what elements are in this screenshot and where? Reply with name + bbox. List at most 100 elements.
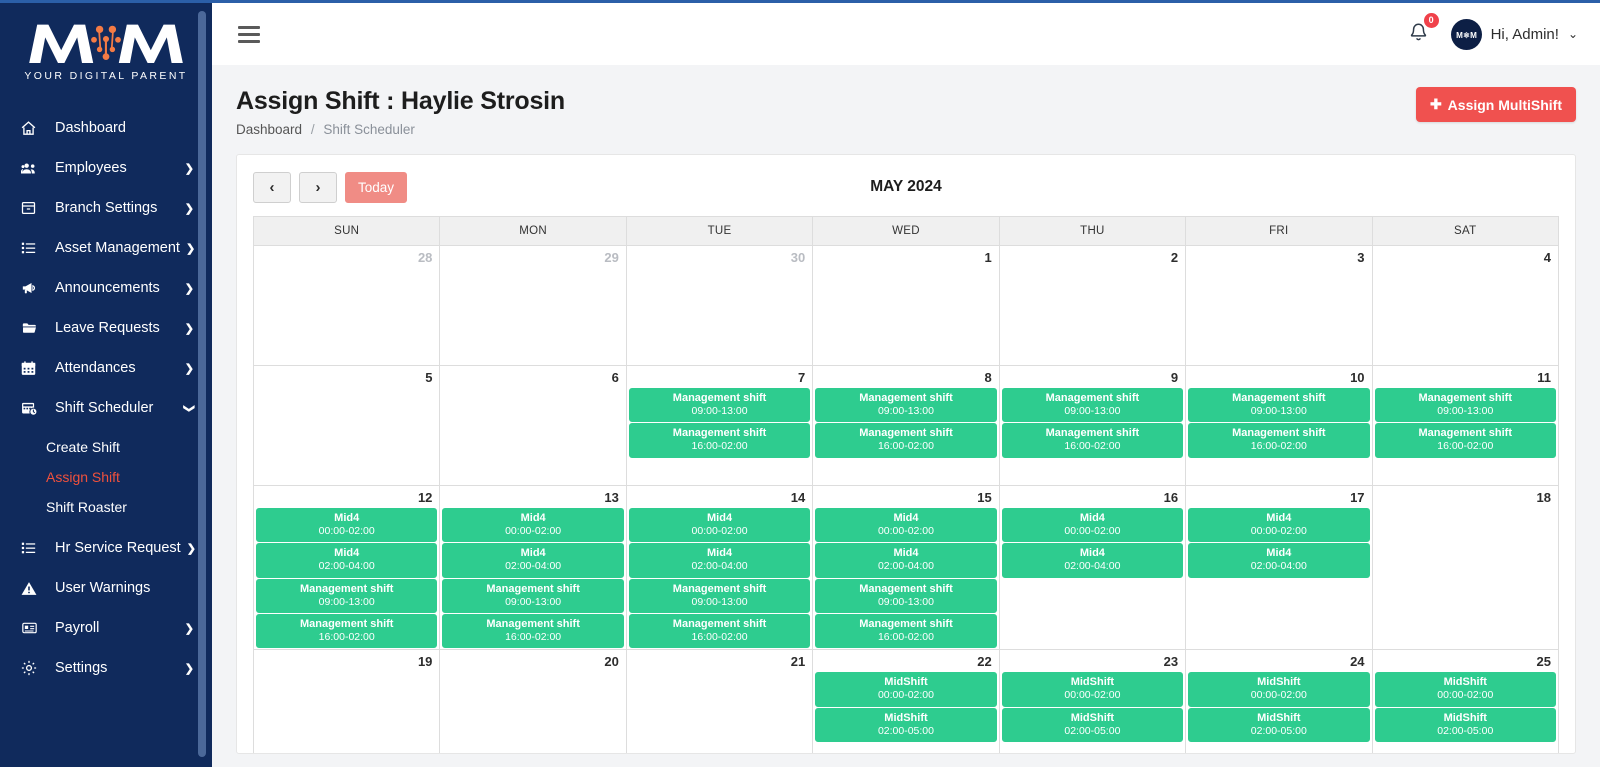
sidebar-item-settings[interactable]: Settings ❯: [0, 648, 212, 688]
shift-event[interactable]: MidShift 00:00-02:00: [1188, 672, 1370, 707]
page-header: Assign Shift : Haylie Strosin Dashboard …: [236, 87, 1576, 137]
calendar-day-cell[interactable]: 2: [998, 245, 1187, 366]
sidebar-item-shift-scheduler[interactable]: Shift Scheduler ❯: [0, 388, 212, 428]
calendar-day-cell[interactable]: 13 Mid4 00:00-02:00 Mid4 02:00-04:00 Manageme…: [439, 484, 627, 651]
sidebar-item-employees[interactable]: Employees ❯: [0, 148, 212, 188]
calendar-day-cell[interactable]: 7 Management shift 09:00-13:00 Management s…: [625, 365, 814, 486]
shift-event[interactable]: Mid4 00:00-02:00: [442, 508, 624, 543]
sidebar-item-user-warnings[interactable]: User Warnings: [0, 568, 212, 608]
chevron-right-icon: ❯: [184, 362, 194, 375]
sidebar-item-branch-settings[interactable]: Branch Settings ❯: [0, 188, 212, 228]
calendar-day-number: 12: [417, 490, 433, 505]
calendar-day-number: 24: [1350, 654, 1365, 670]
calendar-day-cell[interactable]: 5: [252, 365, 441, 486]
shift-event[interactable]: Mid4 02:00-04:00: [628, 543, 811, 578]
sidebar-item-attendances[interactable]: Attendances ❯: [0, 348, 212, 388]
sidebar-subitem-shift-roaster[interactable]: Shift Roaster: [0, 492, 212, 522]
calendar-day-cell[interactable]: 1: [812, 245, 1000, 366]
calendar-day-number: 1: [984, 250, 992, 265]
shift-event[interactable]: Management shift 09:00-13:00: [815, 578, 997, 614]
shift-event[interactable]: Mid4 02:00-04:00: [815, 543, 997, 578]
shift-event[interactable]: MidShift 02:00-05:00: [1188, 707, 1370, 743]
calendar-day-cell[interactable]: 29: [439, 245, 627, 366]
brand-logo[interactable]: YOUR DIGITAL PARENT: [0, 3, 212, 92]
shift-event[interactable]: MidShift 02:00-05:00: [1374, 707, 1556, 743]
shift-event[interactable]: Management shift 16:00-02:00: [256, 614, 438, 649]
shift-event[interactable]: MidShift 02:00-05:00: [815, 707, 997, 743]
calendar-day-cell[interactable]: 14 Mid4 00:00-02:00 Mid4 02:00-04:00 Manageme…: [625, 484, 814, 651]
shift-event[interactable]: Management shift 09:00-13:00: [1001, 388, 1184, 423]
notifications-button[interactable]: 0: [1406, 12, 1439, 50]
hamburger-icon[interactable]: [234, 20, 264, 49]
shift-event[interactable]: Management shift 16:00-02:00: [1374, 423, 1556, 458]
sidebar-item-asset-management[interactable]: Asset Management ❯: [0, 228, 212, 268]
shift-event[interactable]: MidShift 00:00-02:00: [1001, 672, 1184, 707]
sidebar-item-dashboard[interactable]: Dashboard: [0, 108, 212, 148]
sidebar-item-hr-service-request[interactable]: Hr Service Request ❯: [0, 528, 212, 568]
calendar-day-cell[interactable]: 25 MidShift 00:00-02:00 MidShift 02:00-05:00: [1371, 649, 1560, 753]
shift-event[interactable]: Mid4 00:00-02:00: [628, 508, 811, 543]
calendar-day-cell[interactable]: 6: [439, 365, 627, 486]
sidebar-item-announcements[interactable]: Announcements ❯: [0, 268, 212, 308]
user-menu[interactable]: M⚛M Hi, Admin! ⌄: [1450, 18, 1578, 50]
shift-event-title: Mid4: [1079, 547, 1105, 560]
weekday-header: SAT: [1371, 216, 1560, 246]
shift-event[interactable]: Mid4 00:00-02:00: [815, 508, 997, 543]
shift-event[interactable]: Management shift 09:00-13:00: [1188, 388, 1370, 423]
calendar-day-cell[interactable]: 10 Management shift 09:00-13:00 Management …: [1185, 365, 1373, 486]
page-title: Assign Shift : Haylie Strosin: [236, 87, 565, 115]
calendar-day-cell[interactable]: 20: [439, 649, 627, 753]
calendar-day-cell[interactable]: 24 MidShift 00:00-02:00 MidShift 02:00-05:00: [1185, 649, 1373, 753]
calendar-day-cell[interactable]: 12 Mid4 00:00-02:00 Mid4 02:00-04:00 Manageme…: [252, 484, 441, 651]
sidebar-subitem-create-shift[interactable]: Create Shift: [0, 432, 212, 462]
shift-event[interactable]: MidShift 00:00-02:00: [815, 672, 997, 707]
shift-event[interactable]: Management shift 09:00-13:00: [256, 578, 438, 614]
shift-event[interactable]: Mid4 00:00-02:00: [256, 508, 438, 543]
calendar-day-cell[interactable]: 28: [252, 245, 441, 366]
calendar-day-cell[interactable]: 8 Management shift 09:00-13:00 Management s…: [812, 365, 1000, 486]
shift-event[interactable]: Management shift 16:00-02:00: [442, 614, 624, 649]
calendar-day-cell[interactable]: 30: [625, 245, 814, 366]
calendar-prev-button[interactable]: ‹: [253, 171, 291, 203]
assign-multishift-button[interactable]: ✚ Assign MultiShift: [1415, 87, 1576, 122]
shift-event[interactable]: Management shift 16:00-02:00: [628, 423, 811, 458]
shift-event[interactable]: Management shift 09:00-13:00: [442, 578, 624, 614]
calendar-day-cell[interactable]: 11 Management shift 09:00-13:00 Management …: [1371, 365, 1560, 486]
shift-event[interactable]: Management shift 16:00-02:00: [815, 423, 997, 458]
shift-event[interactable]: Management shift 09:00-13:00: [628, 388, 811, 423]
shift-event[interactable]: Management shift 16:00-02:00: [815, 614, 997, 649]
shift-event[interactable]: Management shift 16:00-02:00: [1001, 423, 1184, 458]
calendar-day-cell[interactable]: 15 Mid4 00:00-02:00 Mid4 02:00-04:00 Manageme…: [812, 484, 1000, 651]
shift-event[interactable]: MidShift 00:00-02:00: [1374, 672, 1556, 707]
shift-event[interactable]: Mid4 02:00-04:00: [442, 543, 624, 578]
calendar-next-button[interactable]: ›: [299, 171, 337, 203]
calendar-day-cell[interactable]: 3: [1185, 245, 1373, 366]
calendar-day-cell[interactable]: 16 Mid4 00:00-02:00 Mid4 02:00-04:00: [998, 484, 1187, 651]
shift-event[interactable]: MidShift 02:00-05:00: [1001, 707, 1184, 743]
calendar-day-cell[interactable]: 18: [1371, 484, 1560, 651]
shift-event[interactable]: Mid4 02:00-04:00: [1188, 543, 1370, 578]
shift-event[interactable]: Mid4 00:00-02:00: [1188, 508, 1370, 543]
calendar-today-button[interactable]: Today: [345, 171, 408, 203]
sidebar-item-leave-requests[interactable]: Leave Requests ❯: [0, 308, 212, 348]
shift-event[interactable]: Mid4 00:00-02:00: [1001, 508, 1184, 543]
calendar-day-cell[interactable]: 19: [252, 649, 441, 753]
shift-event[interactable]: Mid4 02:00-04:00: [256, 543, 438, 578]
calendar-day-cell[interactable]: 22 MidShift 00:00-02:00 MidShift 02:00-05:00: [812, 649, 1000, 753]
sidebar-scrollbar[interactable]: [198, 11, 206, 757]
breadcrumb-dashboard[interactable]: Dashboard: [236, 122, 302, 137]
sidebar-subitem-assign-shift[interactable]: Assign Shift: [0, 462, 212, 492]
gear-icon: [20, 659, 44, 677]
sidebar-item-payroll[interactable]: Payroll ❯: [0, 608, 212, 648]
calendar-day-cell[interactable]: 17 Mid4 00:00-02:00 Mid4 02:00-04:00: [1185, 484, 1373, 651]
shift-event[interactable]: Mid4 02:00-04:00: [1001, 543, 1184, 578]
shift-event[interactable]: Management shift 09:00-13:00: [1374, 388, 1556, 423]
shift-event[interactable]: Management shift 16:00-02:00: [1188, 423, 1370, 458]
shift-event[interactable]: Management shift 16:00-02:00: [628, 614, 811, 649]
shift-event[interactable]: Management shift 09:00-13:00: [815, 388, 997, 423]
calendar-day-cell[interactable]: 9 Management shift 09:00-13:00 Management s…: [998, 365, 1187, 486]
calendar-day-cell[interactable]: 21: [625, 649, 814, 753]
calendar-day-cell[interactable]: 23 MidShift 00:00-02:00 MidShift 02:00-05:00: [998, 649, 1187, 753]
shift-event[interactable]: Management shift 09:00-13:00: [628, 578, 811, 614]
calendar-day-cell[interactable]: 4: [1371, 245, 1560, 366]
